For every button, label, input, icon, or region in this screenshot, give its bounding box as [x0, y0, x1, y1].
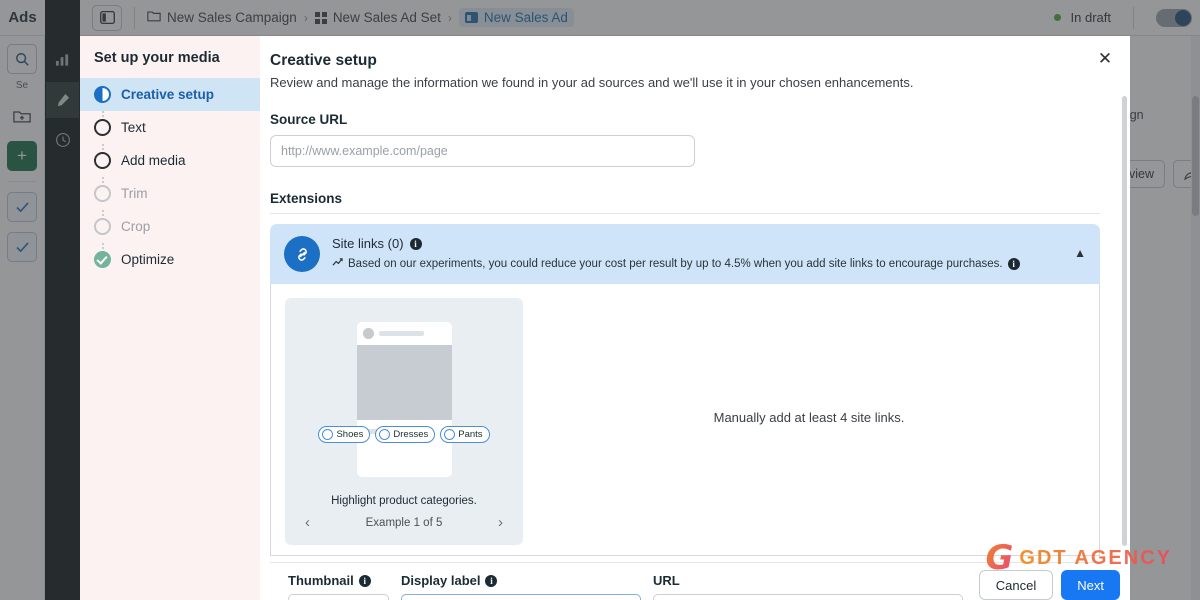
- source-url-input[interactable]: [270, 135, 695, 167]
- cancel-button[interactable]: Cancel: [978, 570, 1054, 600]
- site-links-table-header: Thumbnail i Display label i URL: [270, 562, 1100, 588]
- next-button[interactable]: Next: [1061, 570, 1120, 600]
- mock-post-card: [356, 322, 452, 477]
- display-label-input[interactable]: [401, 594, 641, 600]
- info-icon[interactable]: i: [485, 574, 498, 587]
- mock-post-header: [357, 322, 452, 345]
- sidebar-item-label: Creative setup: [121, 87, 215, 102]
- dialog-step-sidebar: Set up your media Creative setup Text Ad…: [80, 36, 260, 600]
- sidebar-item-optimize[interactable]: Optimize: [80, 243, 260, 276]
- dialog-scrollbar[interactable]: [1122, 96, 1127, 546]
- dialog-main: ✕ Creative setup Review and manage the i…: [260, 36, 1130, 600]
- chip-label: Dresses: [393, 429, 429, 440]
- page-title: Creative setup: [270, 52, 377, 69]
- page-subtitle: Review and manage the information we fou…: [270, 75, 914, 90]
- chain-link-icon: [284, 236, 320, 272]
- info-icon[interactable]: i: [1007, 257, 1020, 270]
- section-divider: [270, 213, 1100, 214]
- sidebar-item-trim: Trim: [80, 177, 260, 210]
- chip-pants: Pants: [440, 426, 490, 443]
- column-header-display-label: Display label i: [401, 573, 653, 588]
- mock-post-image: [356, 345, 452, 420]
- circle-icon: [444, 429, 456, 440]
- example-preview: Shoes Dresses Pants Highlight product ca…: [285, 298, 523, 545]
- chip-label: Shoes: [336, 429, 364, 440]
- info-icon[interactable]: i: [409, 237, 422, 250]
- sidebar-item-label: Text: [121, 120, 146, 135]
- screen-root: Ads ✕ 📁 New Sales Campaign ⋯ Se +: [0, 0, 1200, 600]
- site-links-title-row: Site links (0) i: [332, 236, 1086, 251]
- preview-caption: Highlight product categories.: [331, 495, 477, 507]
- sidebar-item-add-media[interactable]: Add media: [80, 144, 260, 177]
- column-header-thumbnail: Thumbnail i: [288, 573, 401, 588]
- preview-counter: Example 1 of 5: [365, 516, 443, 529]
- source-url-label: Source URL: [270, 112, 348, 127]
- chevron-left-icon[interactable]: ‹: [305, 514, 310, 531]
- site-links-card-header[interactable]: Site links (0) i Based on our experiment…: [270, 224, 1100, 284]
- sidebar-title: Set up your media: [94, 50, 220, 66]
- placeholder-line: [378, 331, 424, 336]
- site-links-title: Site links (0): [332, 236, 404, 251]
- empty-state-message: Manually add at least 4 site links.: [713, 410, 905, 425]
- site-links-card-body: Shoes Dresses Pants Highlight product ca…: [270, 284, 1100, 556]
- sidebar-item-crop: Crop: [80, 210, 260, 243]
- chip-label: Pants: [458, 429, 483, 440]
- extensions-label: Extensions: [270, 191, 343, 206]
- chip-shoes: Shoes: [318, 426, 371, 443]
- table-row: [270, 588, 1100, 600]
- circle-icon: [322, 429, 334, 440]
- site-link-chips: Shoes Dresses Pants: [285, 426, 523, 443]
- dialog-footer: Cancel Next: [978, 570, 1120, 600]
- dialog-content: Creative setup Review and manage the inf…: [260, 36, 1130, 600]
- sidebar-item-label: Crop: [121, 219, 151, 234]
- avatar: [362, 328, 374, 339]
- circle-icon: [94, 152, 111, 169]
- circle-icon: [94, 218, 111, 235]
- thumbnail-input[interactable]: [288, 594, 389, 600]
- sidebar-item-label: Trim: [121, 186, 148, 201]
- check-circle-icon: [94, 251, 111, 268]
- step-list: Creative setup Text Add media Trim Crop …: [80, 78, 260, 276]
- column-label: Display label: [401, 573, 481, 588]
- site-links-note-row: Based on our experiments, you could redu…: [332, 257, 1086, 270]
- circle-icon: [94, 185, 111, 202]
- half-circle-icon: [94, 86, 111, 103]
- column-label: Thumbnail: [288, 573, 354, 588]
- preview-carousel-nav: ‹ Example 1 of 5 ›: [285, 514, 523, 531]
- sidebar-item-text[interactable]: Text: [80, 111, 260, 144]
- chevron-right-icon[interactable]: ›: [498, 514, 503, 531]
- creative-setup-dialog: Set up your media Creative setup Text Ad…: [80, 36, 1130, 600]
- site-links-note: Based on our experiments, you could redu…: [348, 257, 1003, 270]
- column-label: URL: [653, 573, 680, 588]
- close-icon[interactable]: ✕: [1092, 46, 1118, 72]
- trend-up-icon: [332, 257, 343, 270]
- chip-dresses: Dresses: [375, 426, 436, 443]
- sidebar-item-creative-setup[interactable]: Creative setup: [80, 78, 260, 111]
- info-icon[interactable]: i: [358, 574, 371, 587]
- chevron-up-icon[interactable]: ▲: [1074, 246, 1086, 260]
- circle-icon: [94, 119, 111, 136]
- url-input[interactable]: [653, 594, 963, 600]
- column-header-url: URL: [653, 573, 680, 588]
- sidebar-item-label: Add media: [121, 153, 186, 168]
- circle-icon: [379, 429, 391, 440]
- sidebar-item-label: Optimize: [121, 252, 175, 267]
